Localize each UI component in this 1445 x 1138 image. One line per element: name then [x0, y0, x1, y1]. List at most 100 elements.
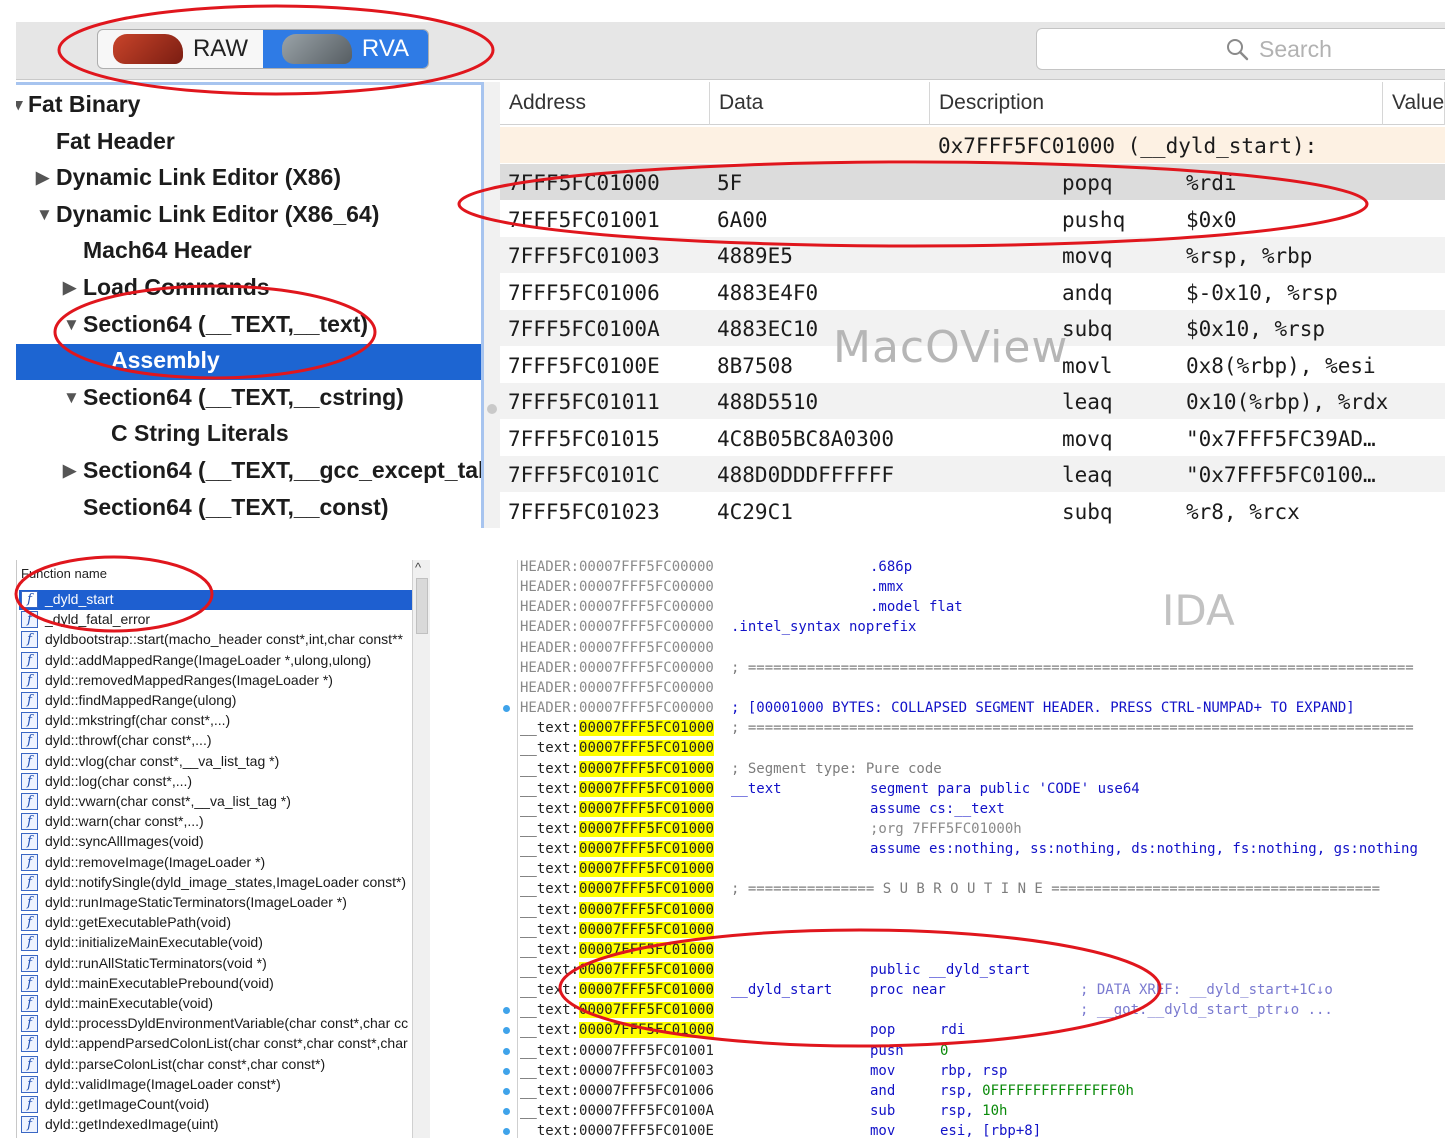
disassembly-line[interactable]: __text:00007FFF5FC01001 push 0	[500, 1042, 1445, 1062]
function-list-item[interactable]: f dyld::parseColonList(char const*,char c…	[19, 1055, 412, 1075]
disassembly-line[interactable]: __text:00007FFF5FC01000 ;org 7FFF5FC01000…	[500, 820, 1445, 840]
disclosure-triangle-icon[interactable]: ▶	[63, 278, 76, 298]
scroll-up-icon[interactable]: ^	[415, 560, 421, 575]
function-list-item[interactable]: f dyld::syncAllImages(void)	[19, 832, 412, 852]
split-view-divider[interactable]	[484, 82, 500, 528]
function-list-item[interactable]: f dyld::runImageStaticTerminators(ImageLo…	[19, 893, 412, 913]
function-list-item[interactable]: f dyld::findMappedRange(ulong)	[19, 691, 412, 711]
disclosure-triangle-icon[interactable]: ▶	[36, 168, 49, 188]
tree-node[interactable]: Fat Header	[16, 125, 481, 161]
function-list-item[interactable]: f dyld::processDyldEnvironmentVariable(ch…	[19, 1014, 412, 1034]
disassembly-line[interactable]: __text:00007FFF5FC01000 ; __got:__dyld_st…	[500, 1001, 1445, 1021]
disassembly-line[interactable]: __text:00007FFF5FC01000 __dyld_start proc …	[500, 981, 1445, 1001]
tree-node[interactable]: Assembly	[16, 344, 481, 381]
function-list-item[interactable]: f dyld::warn(char const*,...)	[19, 812, 412, 832]
function-list-item[interactable]: f dyld::runAllStaticTerminators(void *)	[19, 954, 412, 974]
function-list-item[interactable]: f dyld::getExecutablePath(void)	[19, 913, 412, 933]
disassembly-line[interactable]: __text:00007FFF5FC01000	[500, 860, 1445, 880]
function-list-item[interactable]: f dyld::mainExecutable(void)	[19, 994, 412, 1014]
scrollbar-thumb[interactable]	[416, 578, 428, 634]
column-header-data[interactable]: Data	[710, 82, 930, 125]
tree-node[interactable]: ▶ Load Commands	[16, 271, 481, 307]
disassembly-line[interactable]: HEADER:00007FFF5FC00000 .model flat	[500, 598, 1445, 618]
tree-node[interactable]: ▶ Section64 (__TEXT,__gcc_except_tab)	[16, 454, 481, 490]
disassembly-line[interactable]: __text:00007FFF5FC01000	[500, 921, 1445, 941]
disassembly-line[interactable]: __text:00007FFF5FC01000	[500, 739, 1445, 759]
disassembly-line[interactable]: __text:00007FFF5FC01000 ; ===============…	[500, 719, 1445, 739]
disassembly-line[interactable]: __text:00007FFF5FC01003 mov rbp, rsp	[500, 1062, 1445, 1082]
file-structure-tree[interactable]: ▾Fat Binary Fat Header ▶ Dynamic Link Edito…	[16, 82, 484, 528]
function-list-item[interactable]: f dyld::vlog(char const*,__va_list_tag *)	[19, 752, 412, 772]
table-row[interactable]: 7FFF5FC01011 488D5510 leaq 0x10(%rbp), %rdx	[500, 383, 1445, 419]
function-list-item[interactable]: f dyld::notifySingle(dyld_image_states,Im…	[19, 873, 412, 893]
breakpoint-marker-icon[interactable]	[503, 1128, 510, 1136]
disclosure-triangle-icon[interactable]: ▾	[16, 95, 23, 115]
function-list-item[interactable]: f dyld::getImageCount(void)	[19, 1095, 412, 1115]
tree-node[interactable]: Mach64 Header	[16, 234, 481, 270]
function-list-item[interactable]: f dyld::initializeMainExecutable(void)	[19, 933, 412, 953]
disassembly-line[interactable]: HEADER:00007FFF5FC00000	[500, 679, 1445, 699]
ida-disassembly-view[interactable]: HEADER:00007FFF5FC00000.686p HEADER:00007…	[500, 560, 1445, 1138]
table-row[interactable]: 7FFF5FC0101C 488D0DDDFFFFFF leaq "0x7FFF5FC…	[500, 456, 1445, 492]
function-list-item[interactable]: f dyld::getIndexedImage(uint)	[19, 1115, 412, 1135]
breakpoint-marker-icon[interactable]	[503, 1047, 510, 1055]
function-list-item[interactable]: f dyld::removeImage(ImageLoader *)	[19, 853, 412, 873]
function-list-item[interactable]: f dyld::mainExecutablePrebound(void)	[19, 974, 412, 994]
disassembly-line[interactable]: __text:00007FFF5FC01000 assume es:nothing…	[500, 840, 1445, 860]
column-header-address[interactable]: Address	[500, 82, 710, 125]
disassembly-line[interactable]: __text:00007FFF5FC01000	[500, 941, 1445, 961]
function-list-item[interactable]: f dyld::log(char const*,...)	[19, 772, 412, 792]
table-row[interactable]: 7FFF5FC01000 5F popq %rdi	[500, 164, 1445, 200]
tree-node[interactable]: Section64 (__TEXT,__const)	[16, 491, 481, 527]
disassembly-line[interactable]: __text:00007FFF5FC01000 public __dyld_sta…	[500, 961, 1445, 981]
search-field[interactable]: Search	[1036, 28, 1445, 70]
function-list-item[interactable]: f dyld::appendParsedColonList(char const*…	[19, 1034, 412, 1054]
disassembly-line[interactable]: __text:00007FFF5FC01000 ; Segment type: P…	[500, 760, 1445, 780]
disclosure-triangle-icon[interactable]: ▼	[63, 315, 80, 335]
function-list-item[interactable]: f dyld::removedMappedRanges(ImageLoader *…	[19, 671, 412, 691]
function-list-scrollbar[interactable]: ^	[412, 560, 430, 1138]
table-row[interactable]: 7FFF5FC01006 4883E4F0 andq $-0x10, %rsp	[500, 274, 1445, 310]
disclosure-triangle-icon[interactable]: ▼	[63, 388, 80, 408]
divider-handle[interactable]	[487, 404, 497, 414]
disassembly-line[interactable]: __text:00007FFF5FC01000 __text segment par…	[500, 780, 1445, 800]
assembly-table[interactable]: Address Data Description Value 0x7FFF5FC010…	[500, 82, 1445, 528]
ida-functions-window[interactable]: Function name f _dyld_start f _dyld_fatal_e…	[16, 560, 430, 1138]
breakpoint-marker-icon[interactable]	[503, 1067, 510, 1075]
function-list-item[interactable]: f dyld::vwarn(char const*,__va_list_tag *…	[19, 792, 412, 812]
section-label-row[interactable]: 0x7FFF5FC01000 (__dyld_start):	[500, 127, 1445, 163]
function-list-item[interactable]: f dyld::addMappedRange(ImageLoader *,ulon…	[19, 651, 412, 671]
disassembly-line[interactable]: __text:00007FFF5FC01006 and rsp, 0FFFFFFFF…	[500, 1082, 1445, 1102]
function-list-item[interactable]: f _dyld_start	[19, 590, 412, 610]
table-row[interactable]: 7FFF5FC01001 6A00 pushq $0x0	[500, 201, 1445, 237]
disclosure-triangle-icon[interactable]: ▶	[63, 461, 76, 481]
tree-node[interactable]: ▼ Section64 (__TEXT,__cstring)	[16, 381, 481, 417]
rva-mode-button[interactable]: RVA	[263, 30, 428, 68]
column-header-value[interactable]: Value	[1383, 82, 1445, 125]
function-list-item[interactable]: f dyld::throwf(char const*,...)	[19, 731, 412, 751]
tree-node[interactable]: C String Literals	[16, 417, 481, 453]
view-mode-segmented-control[interactable]: RAW RVA	[97, 29, 429, 69]
function-name-column-header[interactable]: Function name	[17, 560, 412, 588]
function-list-item[interactable]: f dyld::validImage(ImageLoader const*)	[19, 1075, 412, 1095]
disassembly-line[interactable]: __text:00007FFF5FC01000	[500, 901, 1445, 921]
table-row[interactable]: 7FFF5FC01003 4889E5 movq %rsp, %rbp	[500, 237, 1445, 273]
tree-node[interactable]: ▼ Section64 (__TEXT,__text)	[16, 308, 481, 344]
function-list-item[interactable]: f _dyld_fatal_error	[19, 610, 412, 630]
disassembly-line[interactable]: __text:00007FFF5FC0100E mov esi, [rbp+8]	[500, 1122, 1445, 1138]
disassembly-line[interactable]: __text:00007FFF5FC01000 assume cs:__text	[500, 800, 1445, 820]
function-list-item[interactable]: f dyld::mkstringf(char const*,...)	[19, 711, 412, 731]
breakpoint-marker-icon[interactable]	[503, 705, 510, 713]
disassembly-line[interactable]: HEADER:00007FFF5FC00000 .intel_syntax nop…	[500, 618, 1445, 638]
disassembly-line[interactable]: __text:00007FFF5FC01000 ; ===============…	[500, 880, 1445, 900]
disclosure-triangle-icon[interactable]: ▼	[36, 205, 53, 225]
tree-node[interactable]: ▾Fat Binary	[16, 88, 481, 124]
disassembly-line[interactable]: __text:00007FFF5FC0100A sub rsp, 10h	[500, 1102, 1445, 1122]
function-list-item[interactable]: f dyldbootstrap::start(macho_header const…	[19, 630, 412, 650]
disassembly-line[interactable]: HEADER:00007FFF5FC00000 ; [00001000 BYTES…	[500, 699, 1445, 719]
table-row[interactable]: 7FFF5FC01015 4C8B05BC8A0300 movq "0x7FFF5FC…	[500, 420, 1445, 456]
tree-node[interactable]: ▼ Dynamic Link Editor (X86_64)	[16, 198, 481, 234]
breakpoint-marker-icon[interactable]	[503, 1087, 510, 1095]
disassembly-line[interactable]: HEADER:00007FFF5FC00000 .mmx	[500, 578, 1445, 598]
disassembly-line[interactable]: HEADER:00007FFF5FC00000 .686p	[500, 560, 1445, 578]
